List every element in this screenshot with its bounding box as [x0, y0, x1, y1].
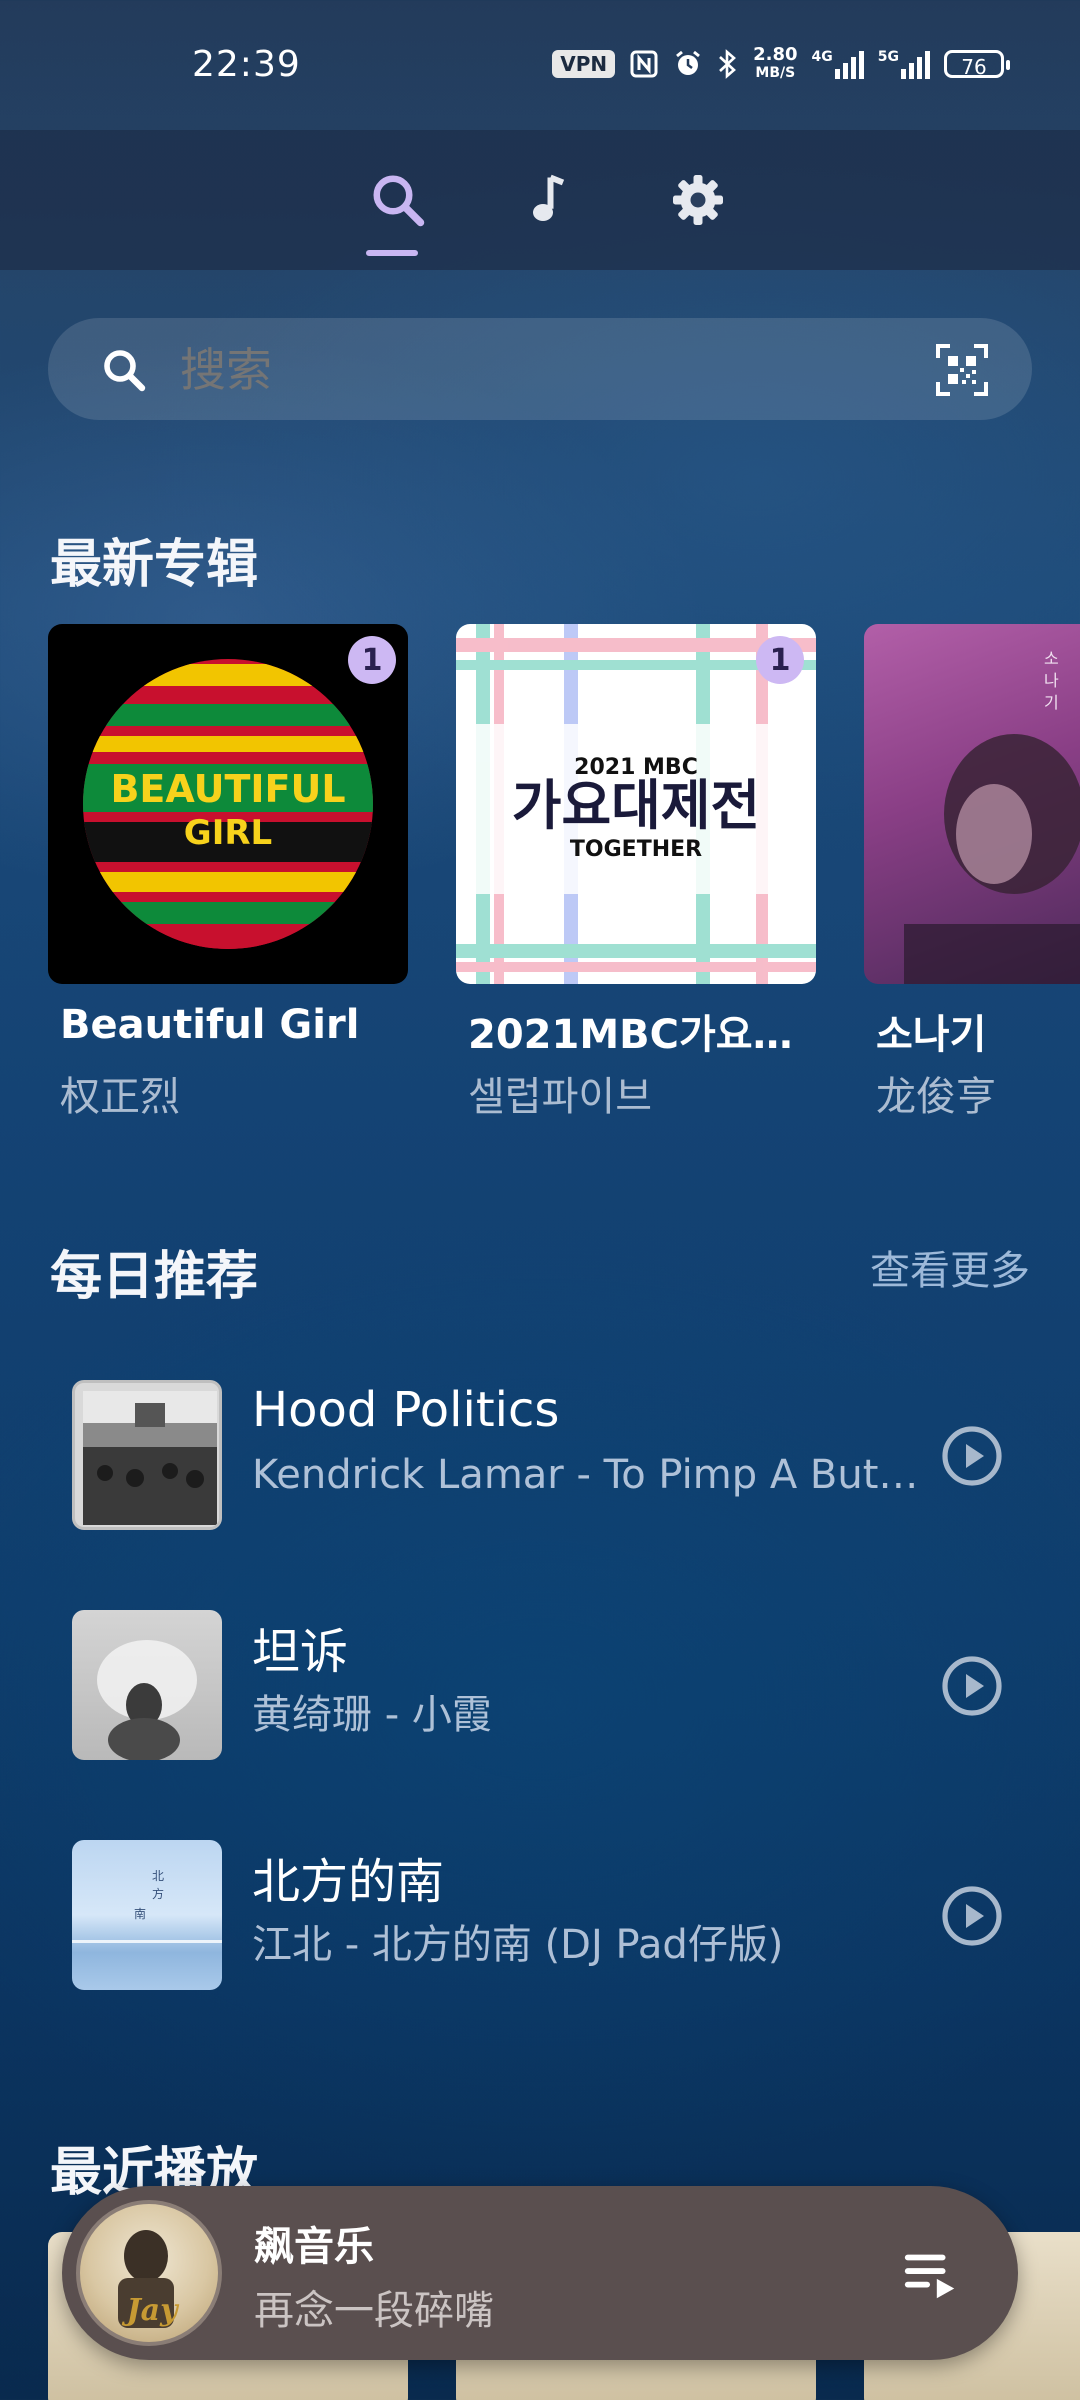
now-playing-title: 飙音乐 [254, 2224, 374, 2270]
song-subtitle: 黄绮珊 - 小霞 [252, 1692, 492, 1738]
play-circle-icon[interactable] [940, 1884, 1004, 1948]
alarm-icon [676, 50, 701, 75]
now-playing-subtitle: 再念一段碎嘴 [254, 2288, 494, 2334]
list-item[interactable]: 坦诉 黄绮珊 - 小霞 [0, 1560, 1080, 1760]
status-icons: VPN 2.80 MB/S 4G 5G 76 [552, 44, 1010, 84]
svg-text:나: 나 [1044, 671, 1059, 690]
album-cover: 소 나 기 [864, 624, 1080, 984]
song-title: 坦诉 [252, 1624, 349, 1680]
svg-text:가요대제전: 가요대제전 [512, 774, 760, 837]
net-speed-value: 2.80 [753, 44, 798, 65]
svg-text:TOGETHER: TOGETHER [570, 837, 702, 862]
album-artist: 龙俊亨 [876, 1074, 996, 1120]
music-note-icon [533, 174, 565, 221]
now-playing-cover[interactable]: Jay [76, 2200, 222, 2346]
active-tab-indicator [366, 250, 418, 256]
net2-label: 5G [877, 49, 899, 65]
album-title: 소나기 [876, 1012, 987, 1058]
song-subtitle: 江北 - 北方的南 (DJ Pad仔版) [252, 1922, 784, 1968]
album-badge: 1 [348, 636, 396, 684]
tab-search[interactable] [358, 150, 438, 250]
tab-music[interactable] [508, 150, 588, 250]
album-card[interactable]: BEAUTIFUL GIRL 1 Beautiful Girl 权正烈 [48, 624, 408, 1120]
svg-text:北: 北 [152, 1869, 164, 1883]
song-title: Hood Politics [252, 1382, 560, 1438]
svg-text:GIRL: GIRL [184, 813, 272, 853]
svg-text:方: 方 [152, 1886, 164, 1901]
net1-label: 4G [811, 49, 833, 65]
qr-scan-icon[interactable] [934, 342, 990, 398]
album-artist: 权正烈 [60, 1074, 180, 1120]
list-item[interactable]: 北 方 南 北方的南 江北 - 北方的南 (DJ Pad仔版) [0, 1790, 1080, 1990]
svg-text:소: 소 [1044, 649, 1059, 668]
search-icon [373, 175, 425, 227]
song-thumbnail [72, 1610, 222, 1760]
svg-text:南: 南 [134, 1906, 146, 1921]
see-more-link[interactable]: 查看更多 [870, 1238, 1030, 1296]
svg-text:Jay: Jay [121, 2293, 180, 2328]
play-circle-icon[interactable] [940, 1424, 1004, 1488]
gear-icon [673, 175, 723, 225]
status-time: 22:39 [192, 44, 301, 85]
album-cover: BEAUTIFUL GIRL 1 [48, 624, 408, 984]
album-card[interactable]: 2021 MBC 가요대제전 TOGETHER 1 2021MBC가요대제전 셀… [456, 624, 816, 1120]
album-card[interactable]: 소 나 기 소나기 龙俊亨 [864, 624, 1080, 1120]
svg-text:BEAUTIFUL: BEAUTIFUL [110, 767, 345, 811]
vpn-icon: VPN [552, 50, 616, 78]
album-title: Beautiful Girl [60, 1002, 360, 1048]
search-icon [104, 350, 146, 392]
play-circle-icon[interactable] [940, 1654, 1004, 1718]
bluetooth-icon [719, 49, 737, 79]
album-artist: 셀럽파이브 [468, 1074, 652, 1120]
playlist-queue-icon[interactable] [900, 2242, 962, 2304]
section-title-new-albums: 最新专辑 [50, 535, 259, 595]
svg-text:기: 기 [1044, 693, 1059, 712]
nfc-icon [630, 50, 658, 78]
status-bar: 22:39 VPN 2.80 MB/S 4G 5G 76 [0, 0, 1080, 130]
album-title: 2021MBC가요대제전 [468, 1012, 816, 1058]
net-speed-unit: MB/S [755, 65, 796, 81]
search-input[interactable] [178, 340, 782, 400]
tab-settings[interactable] [658, 150, 738, 250]
song-title: 北方的南 [252, 1854, 445, 1910]
album-cover: 2021 MBC 가요대제전 TOGETHER 1 [456, 624, 816, 984]
song-thumbnail [72, 1380, 222, 1530]
album-badge: 1 [756, 636, 804, 684]
top-tab-bar [0, 130, 1080, 270]
section-title-daily: 每日推荐 [50, 1247, 259, 1307]
search-bar[interactable] [48, 318, 1032, 420]
song-subtitle: Kendrick Lamar - To Pimp A Butterfly [252, 1452, 932, 1498]
battery-icon: 76 [944, 50, 1010, 79]
net-speed: 2.80 MB/S [753, 46, 797, 82]
song-thumbnail: 北 方 南 [72, 1840, 222, 1990]
signal-4g: 4G [812, 49, 864, 79]
list-item[interactable]: Hood Politics Kendrick Lamar - To Pimp A… [0, 1330, 1080, 1530]
mini-player[interactable]: Jay 飙音乐 再念一段碎嘴 [62, 2186, 1018, 2360]
signal-5g: 5G [878, 49, 930, 79]
